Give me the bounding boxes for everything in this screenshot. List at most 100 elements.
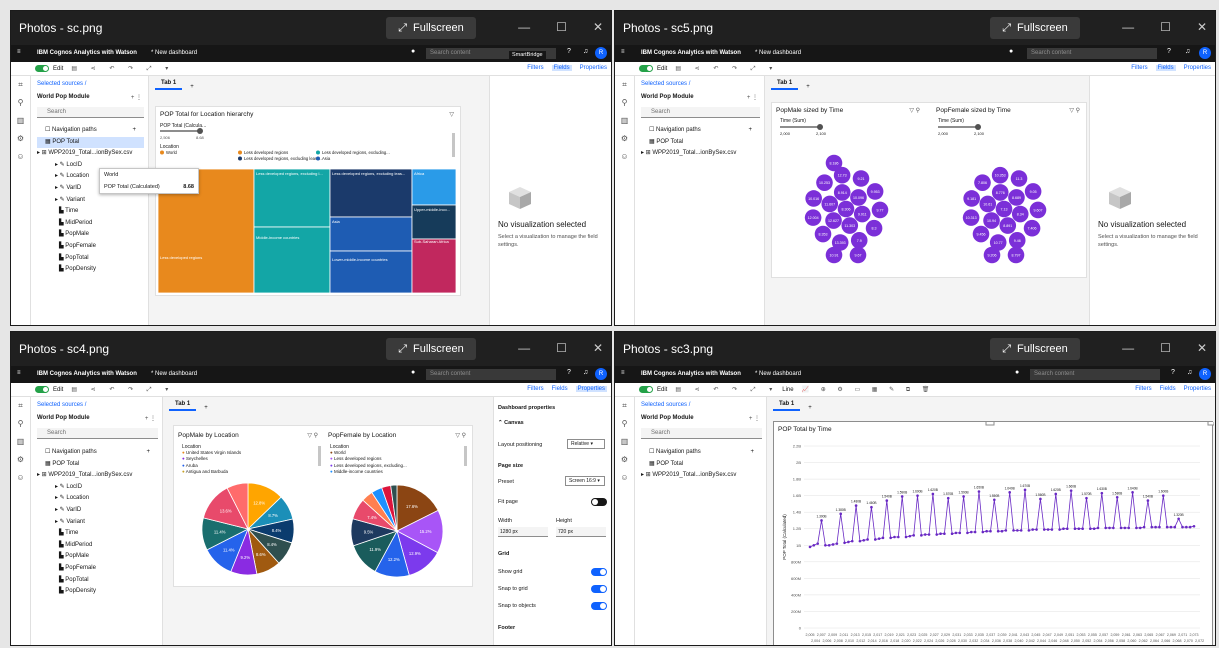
menu-icon[interactable]: ≡ (17, 49, 21, 55)
help-icon[interactable]: ? (1171, 369, 1175, 376)
source-search-input[interactable]: Search (37, 428, 158, 439)
source-tree-item[interactable]: ▙ PopMale (37, 229, 144, 241)
tab-1[interactable]: Tab 1 (773, 399, 801, 411)
dashboard-tab[interactable]: * New dashboard (755, 50, 801, 56)
add-tab-icon[interactable]: + (808, 405, 812, 411)
source-tree-item[interactable]: ▦ POP Total (37, 459, 158, 471)
source-tree-item[interactable]: ▙ PopMale (37, 551, 158, 563)
widgets-icon[interactable]: ⚙ (615, 130, 634, 148)
notification-icon[interactable]: ♫ (583, 48, 588, 55)
module-actions-icon[interactable]: + ⋮ (747, 94, 758, 101)
properties-button[interactable]: Properties (575, 386, 607, 392)
assistant-icon[interactable]: ● (411, 369, 415, 376)
toolbar-tools[interactable]: ▤ ⋖ ↶ ↷ ⤢ ▾ (675, 65, 778, 73)
close-icon[interactable]: ✕ (593, 20, 603, 34)
close-icon[interactable]: ✕ (1197, 20, 1207, 34)
properties-button[interactable]: Properties (1184, 386, 1211, 392)
menu-icon[interactable]: ≡ (621, 49, 625, 55)
source-search-input[interactable]: Search (37, 107, 144, 118)
source-tree-item[interactable]: ☐ Navigation paths + (37, 125, 144, 137)
line-card[interactable]: POP Total by Time 0 200M 400M 600M 800M 1B 1.2… (773, 421, 1214, 645)
source-tree-item[interactable]: ▸ ✎ Variant (37, 195, 144, 207)
filter-icon[interactable]: ▽ (449, 111, 454, 118)
add-tab-icon[interactable]: + (204, 405, 208, 411)
viz-tools[interactable]: 📈 ⊕ ⚙ ▭ ▦ ✎ ⧉ 🗑 (802, 386, 935, 394)
source-tree-item[interactable]: ▦ POP Total (37, 136, 144, 149)
minimize-icon[interactable]: — (518, 341, 530, 355)
source-tree-item[interactable]: ☐ Navigation paths + (37, 447, 158, 459)
assistant-icon[interactable]: ● (1015, 369, 1019, 376)
minimize-icon[interactable]: — (1122, 20, 1134, 34)
fields-button[interactable]: Fields (551, 65, 572, 71)
source-tree-item[interactable]: ▙ PopTotal (37, 253, 144, 265)
search-content-input[interactable]: Search content (1027, 48, 1157, 59)
sources-icon[interactable]: ⌗ (11, 76, 30, 94)
source-tree-item[interactable]: ▙ PopFemale (37, 563, 158, 575)
source-tree-item[interactable]: ▸ ✎ Variant (37, 517, 158, 529)
source-tree-item[interactable]: ▸ ⊞ WPP2019_Total...ionBySex.csv (37, 470, 158, 482)
maximize-icon[interactable]: ☐ (1160, 341, 1171, 355)
filters-button[interactable]: Filters (1131, 65, 1147, 71)
widgets-icon[interactable]: ⚙ (11, 451, 30, 469)
people-icon[interactable]: ☺ (615, 469, 634, 487)
minimize-icon[interactable]: — (1122, 341, 1134, 355)
source-tree-item[interactable]: ▙ Time (37, 528, 158, 540)
edit-toggle[interactable] (35, 65, 49, 72)
add-icon[interactable]: + (132, 125, 136, 137)
maximize-icon[interactable]: ☐ (556, 20, 567, 34)
tab-1[interactable]: Tab 1 (169, 399, 197, 411)
add-icon[interactable]: + (750, 447, 754, 459)
viz-type-line[interactable]: Line (782, 387, 793, 393)
people-icon[interactable]: ☺ (615, 148, 634, 166)
source-tree-item[interactable]: ▦ POP Total (641, 137, 760, 149)
source-tree-item[interactable]: ☐ Navigation paths + (641, 447, 762, 459)
preset-select[interactable]: Screen 16:9 ▾ (565, 476, 605, 486)
avatar[interactable]: R (1199, 368, 1211, 380)
notification-icon[interactable]: ♫ (1185, 48, 1190, 55)
search-content-input[interactable]: Search content (1030, 369, 1160, 380)
dashboard-tab[interactable]: * New dashboard (151, 371, 197, 377)
add-icon[interactable]: + (748, 125, 752, 137)
close-icon[interactable]: ✕ (1197, 341, 1207, 355)
assistant-icon[interactable]: ● (411, 48, 415, 55)
source-tree-item[interactable]: ▸ ⊞ WPP2019_Total...ionBySex.csv (641, 470, 762, 482)
source-tree-item[interactable]: ▙ MidPeriod (37, 540, 158, 552)
minimize-icon[interactable]: — (518, 20, 530, 34)
viz-icon[interactable]: ▥ (615, 112, 634, 130)
add-tab-icon[interactable]: + (806, 84, 810, 90)
pin-icon[interactable]: ⚲ (11, 94, 30, 112)
source-tree-item[interactable]: ▙ PopDensity (37, 264, 144, 276)
help-icon[interactable]: ? (1167, 48, 1171, 55)
edit-toggle[interactable] (35, 386, 49, 393)
properties-button[interactable]: Properties (1184, 65, 1211, 71)
source-tree-item[interactable]: ▙ PopDensity (37, 586, 158, 598)
fullscreen-button[interactable]: ⤢ Fullscreen (990, 17, 1080, 39)
notification-icon[interactable]: ♫ (1187, 369, 1192, 376)
fullscreen-button[interactable]: ⤢ Fullscreen (990, 338, 1080, 360)
dashboard-tab[interactable]: * New dashboard (151, 50, 197, 56)
filters-button[interactable]: Filters (527, 386, 543, 392)
tab-1[interactable]: Tab 1 (155, 78, 183, 90)
properties-button[interactable]: Properties (580, 65, 607, 71)
source-search-input[interactable]: Search (641, 107, 760, 118)
fit-page-toggle[interactable] (591, 498, 607, 506)
treemap-card[interactable]: POP Total for Location hierarchy ▽ POP T… (155, 106, 461, 296)
widgets-icon[interactable]: ⚙ (615, 451, 634, 469)
edit-toggle[interactable] (639, 386, 653, 393)
source-tree-item[interactable]: ▦ POP Total (641, 459, 762, 471)
search-content-input[interactable]: Search content (426, 369, 556, 380)
canvas-section[interactable]: ⌃ Canvas (498, 420, 607, 426)
assistant-icon[interactable]: ● (1009, 48, 1013, 55)
source-tree-item[interactable]: ☐ Navigation paths + (641, 125, 760, 137)
source-tree-item[interactable]: ▙ PopTotal (37, 575, 158, 587)
source-search-input[interactable]: Search (641, 428, 762, 439)
fields-button[interactable]: Fields (1155, 65, 1176, 71)
fullscreen-button[interactable]: ⤢ Fullscreen (386, 17, 476, 39)
filters-button[interactable]: Filters (1135, 386, 1151, 392)
width-input[interactable]: 1280 px (498, 527, 548, 537)
selected-sources-link[interactable]: Selected sources / (37, 402, 86, 408)
tab-1[interactable]: Tab 1 (771, 78, 799, 90)
maximize-icon[interactable]: ☐ (556, 341, 567, 355)
widgets-icon[interactable]: ⚙ (11, 130, 30, 148)
edit-toggle[interactable] (639, 65, 653, 72)
